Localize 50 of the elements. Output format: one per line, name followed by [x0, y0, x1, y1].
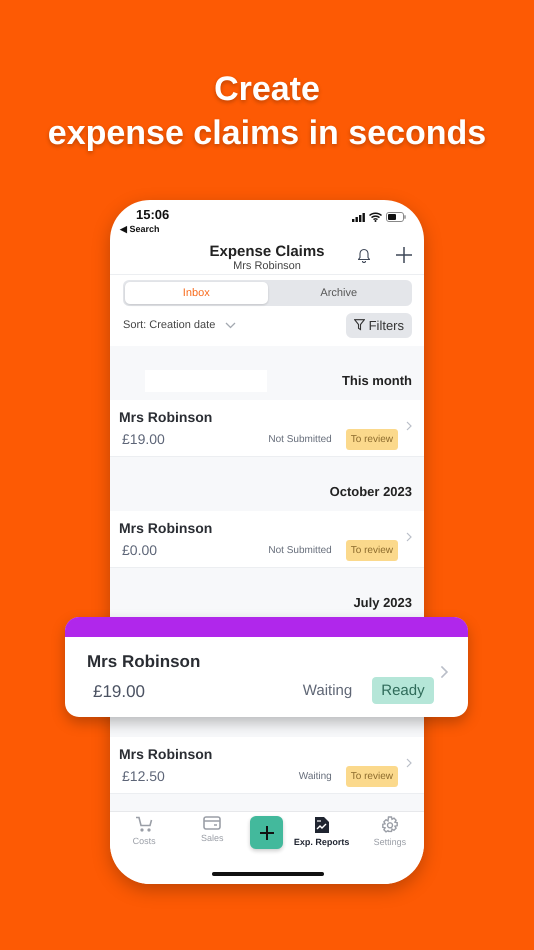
- report-icon: [314, 816, 330, 834]
- card-icon: [203, 816, 222, 830]
- section-heading: October 2023: [330, 484, 412, 499]
- claimant-name: Mrs Robinson: [87, 652, 202, 672]
- claim-amount: £12.50: [121, 768, 166, 784]
- cart-icon: [135, 816, 154, 833]
- filter-icon: [354, 319, 365, 331]
- battery-icon: [386, 212, 406, 222]
- claim-row[interactable]: Mrs Robinson £19.00 Not Submitted To review: [110, 400, 424, 457]
- claim-status: Waiting: [298, 770, 332, 782]
- chevron-right-icon: [406, 758, 412, 768]
- claim-amount: £0.00: [121, 542, 158, 558]
- headline-text: expense claims in seconds: [48, 113, 486, 154]
- gear-icon: [380, 816, 399, 834]
- section-heading: July 2023: [353, 595, 412, 610]
- claimant-name: Mrs Robinson: [119, 520, 214, 536]
- chevron-right-icon: [406, 532, 412, 542]
- status-badge: Ready: [372, 676, 434, 704]
- plus-icon: [260, 826, 274, 840]
- segment-tab[interactable]: Archive: [268, 282, 410, 304]
- chevron-down-icon: [225, 322, 236, 328]
- headline-text: Create: [214, 69, 320, 110]
- status-badge: To review: [346, 428, 398, 450]
- claim-status: Not Submitted: [268, 434, 332, 444]
- filters-button[interactable]: Filters: [346, 312, 412, 338]
- status-badge: To review: [346, 540, 398, 560]
- add-button[interactable]: [250, 816, 284, 849]
- back-link[interactable]: ◀ Search: [120, 224, 170, 234]
- claim-row[interactable]: Mrs Robinson £0.00 Not Submitted To review: [110, 511, 424, 568]
- section-heading: This month: [342, 373, 412, 388]
- claim-row[interactable]: Mrs Robinson £12.50 Waiting To review: [110, 737, 424, 794]
- claim-amount: £19.00: [121, 431, 166, 447]
- claim-status: Not Submitted: [268, 544, 332, 556]
- claimant-name: Mrs Robinson: [119, 409, 214, 425]
- wifi-icon: [369, 212, 382, 222]
- status-time: 15:06: [135, 207, 170, 222]
- claimant-name: Mrs Robinson: [119, 746, 214, 762]
- status-badge: To review: [346, 766, 398, 786]
- screen-subtitle: Mrs Robinson: [233, 260, 301, 272]
- chevron-right-icon: [406, 421, 412, 431]
- claim-card[interactable]: Mrs Robinson £19.00 Waiting Ready: [65, 617, 468, 717]
- nav-tab[interactable]: Exp. Reports: [292, 816, 352, 847]
- claim-amount: £19.00: [92, 682, 146, 702]
- sort-dropdown[interactable]: Sort: Creation date: [123, 319, 236, 331]
- plus-icon[interactable]: [396, 247, 412, 263]
- chevron-right-icon: [440, 665, 448, 679]
- signal-icon: [352, 212, 365, 222]
- bell-icon[interactable]: [358, 248, 370, 262]
- screen-title: Expense Claims: [209, 244, 325, 260]
- claim-status: Waiting: [302, 682, 352, 698]
